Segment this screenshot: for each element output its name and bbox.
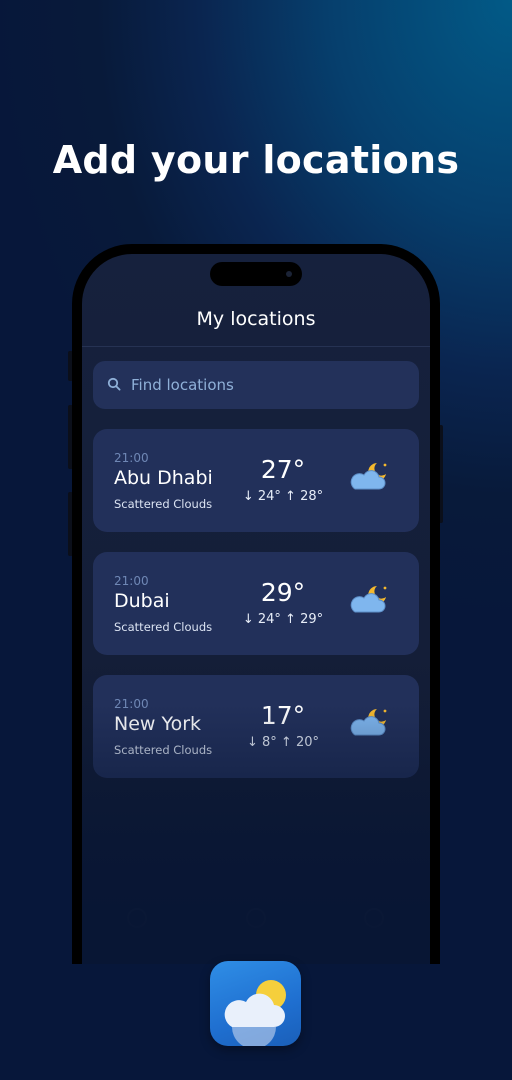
location-range: ↓ 24° ↑ 28°	[242, 489, 324, 504]
location-temp: 17°	[260, 701, 306, 730]
location-card[interactable]: 21:00 Abu Dhabi Scattered Clouds 27° ↓ 2…	[93, 429, 419, 532]
location-time: 21:00	[114, 574, 149, 588]
nav-weather-icon[interactable]	[246, 908, 266, 928]
temp-low: 24°	[257, 612, 281, 627]
location-condition: Scattered Clouds	[114, 743, 213, 757]
temp-high: 29°	[300, 612, 324, 627]
phone-screen: My locations Find locations 21:00 Abu Dh…	[82, 254, 430, 964]
phone-frame: My locations Find locations 21:00 Abu Dh…	[72, 244, 440, 964]
header-divider	[82, 346, 430, 347]
temp-low: 24°	[257, 489, 281, 504]
location-condition: Scattered Clouds	[114, 620, 213, 634]
temp-high: 28°	[300, 489, 324, 504]
location-range: ↓ 24° ↑ 29°	[242, 612, 324, 627]
search-placeholder: Find locations	[131, 376, 234, 394]
location-temp: 27°	[260, 455, 306, 484]
nav-settings-icon[interactable]	[364, 908, 384, 928]
location-time: 21:00	[114, 697, 149, 711]
search-icon	[107, 376, 121, 395]
cloud-moon-icon	[347, 459, 391, 495]
location-city: Dubai	[114, 590, 170, 612]
search-input[interactable]: Find locations	[93, 361, 419, 409]
location-range: ↓ 8° ↑ 20°	[246, 735, 320, 750]
location-time: 21:00	[114, 451, 149, 465]
cloud-moon-icon	[347, 705, 391, 741]
cloud-sun-app-icon	[210, 961, 301, 1046]
location-card[interactable]: 21:00 Dubai Scattered Clouds 29° ↓ 24° ↑…	[93, 552, 419, 655]
headline: Add your locations	[52, 138, 460, 182]
location-city: Abu Dhabi	[114, 467, 213, 489]
dynamic-island	[210, 262, 302, 286]
screen-title: My locations	[196, 308, 316, 330]
location-city: New York	[114, 713, 202, 735]
nav-home-icon[interactable]	[127, 908, 147, 928]
location-temp: 29°	[260, 578, 306, 607]
temp-high: 20°	[295, 735, 320, 750]
cloud-moon-icon	[347, 582, 391, 618]
temp-low: 8°	[262, 735, 277, 750]
location-card[interactable]: 21:00 New York Scattered Clouds 17° ↓ 8°…	[93, 675, 419, 778]
location-condition: Scattered Clouds	[114, 497, 213, 511]
